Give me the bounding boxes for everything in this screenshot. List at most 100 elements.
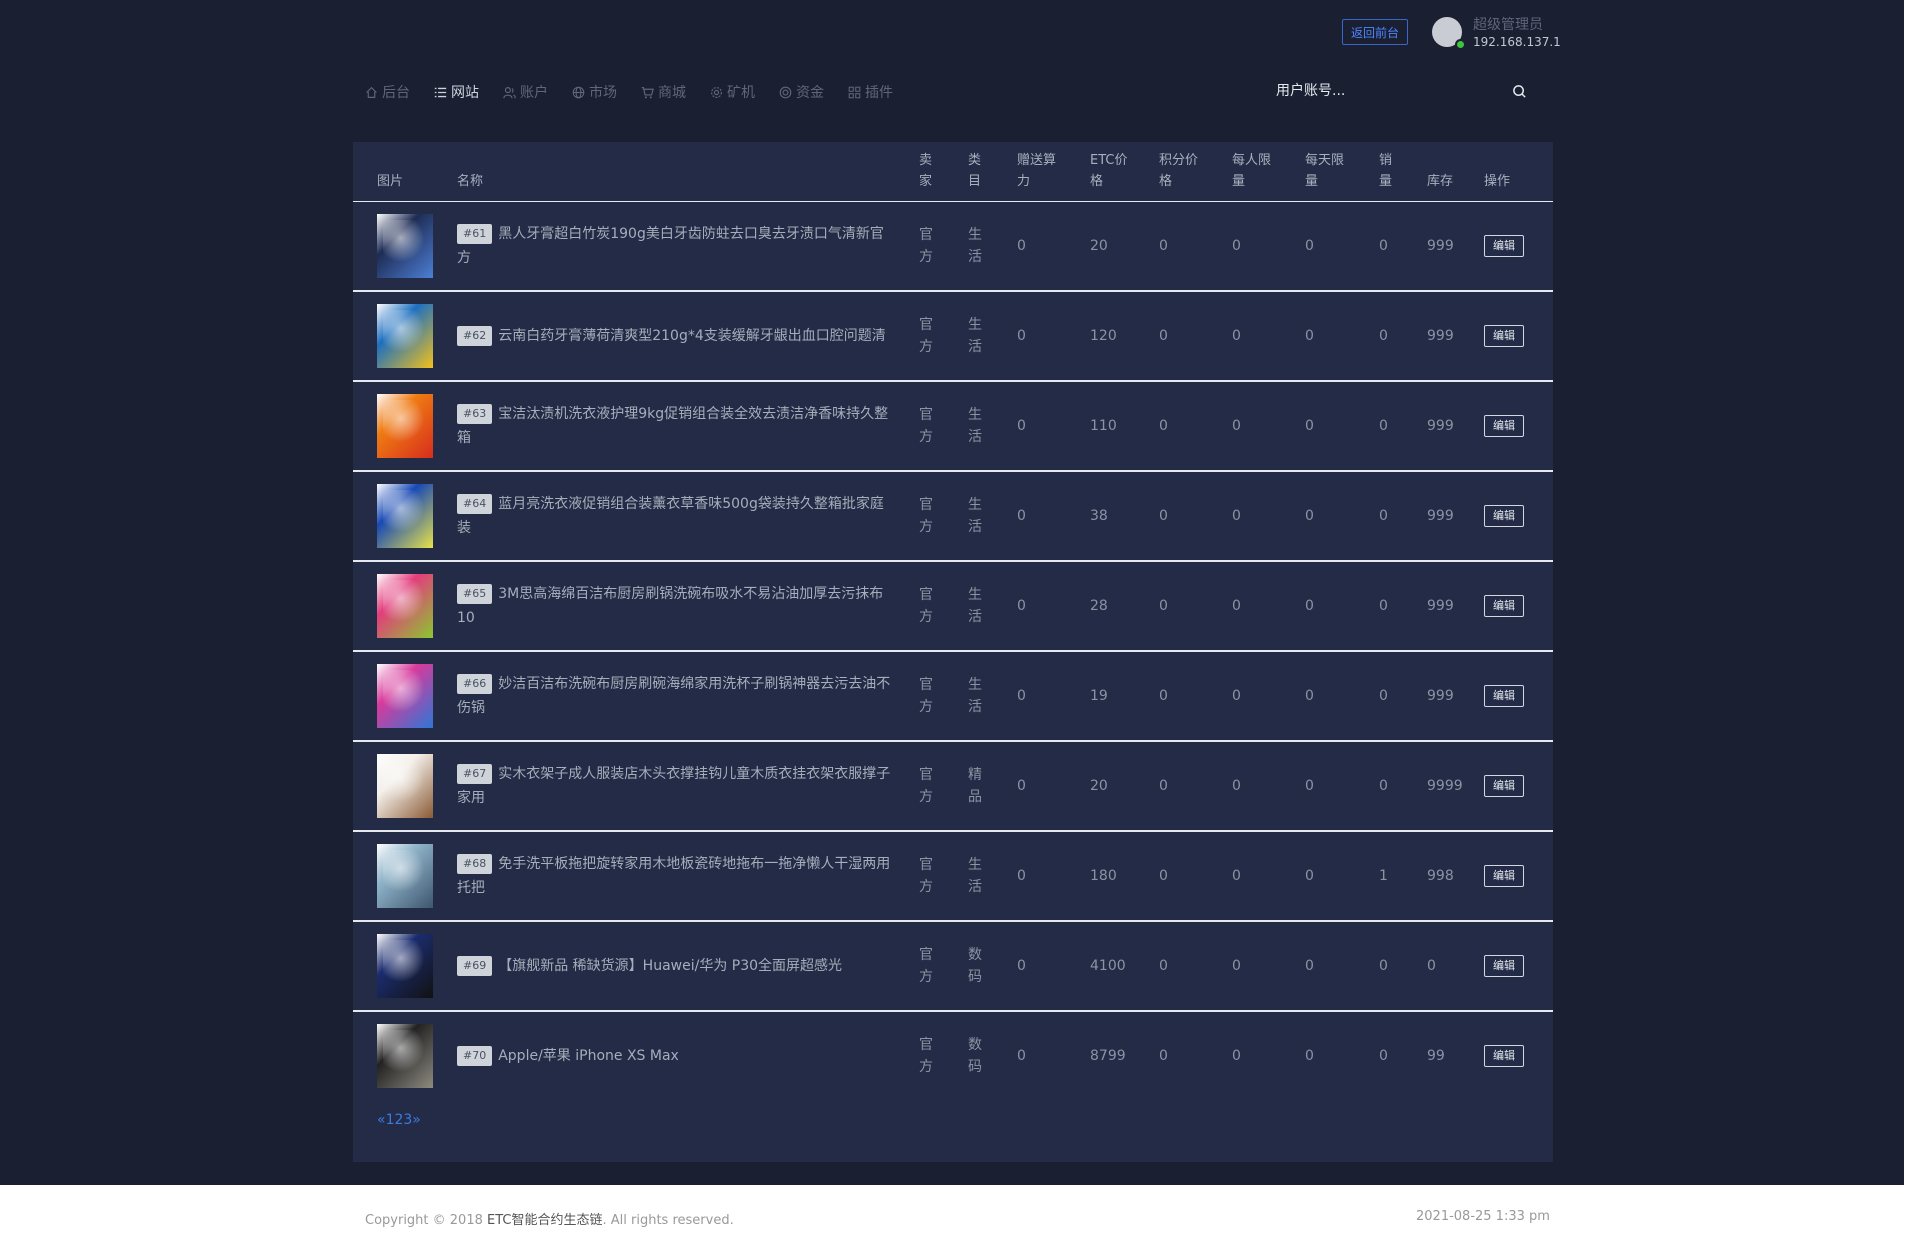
cell-name: #62 云南白药牙膏薄荷清爽型210g*4支装缓解牙龈出血口腔问题清	[457, 292, 897, 380]
product-thumbnail[interactable]	[377, 304, 433, 368]
header-seller: 卖家	[919, 153, 933, 189]
product-id-badge: #63	[457, 404, 493, 424]
product-thumbnail[interactable]	[377, 1024, 433, 1088]
cell-sales: 0	[1379, 652, 1388, 740]
cell-stock: 999	[1427, 202, 1454, 290]
nav-item-funds[interactable]: 资金	[779, 82, 824, 102]
product-thumbnail[interactable]	[377, 754, 433, 818]
product-name-text[interactable]: 实木衣架子成人服装店木头衣撑挂钩儿童木质衣挂衣架衣服撑子家用	[457, 766, 890, 806]
edit-button[interactable]: 编辑	[1484, 1045, 1524, 1067]
product-image-shape	[383, 670, 427, 722]
cell-category: 生活	[968, 382, 986, 470]
nav-label: 资金	[796, 85, 824, 101]
etc-price-value: 120	[1090, 328, 1117, 344]
search-input[interactable]	[1276, 78, 1526, 104]
brand-link[interactable]: ETC智能合约生态链	[487, 1213, 602, 1228]
cell-sales: 0	[1379, 382, 1388, 470]
goods-table: 图片 名称 卖家 类目 赠送算力 ETC价格 积分价格 每人限量 每天限量 销量…	[353, 142, 1553, 1100]
points-price-value: 0	[1159, 688, 1168, 704]
cell-sales: 0	[1379, 742, 1388, 830]
table-row: #67 实木衣架子成人服装店木头衣撑挂钩儿童木质衣挂衣架衣服撑子家用 官方 精品 0 20…	[353, 742, 1553, 832]
cell-pic	[377, 1012, 433, 1100]
table-row: #70 Apple/苹果 iPhone XS Max 官方 数码 0 8799 0 0 0 0 99…	[353, 1012, 1553, 1100]
cell-per-day-limit: 0	[1305, 472, 1314, 560]
edit-button[interactable]: 编辑	[1484, 775, 1524, 797]
cell-sales: 0	[1379, 1012, 1388, 1100]
table-row: #66 妙洁百洁布洗碗布厨房刷碗海绵家用洗杯子刷锅神器去污去油不伤锅 官方 生活 0 19…	[353, 652, 1553, 742]
category-value: 生活	[968, 497, 982, 535]
cell-points-price: 0	[1159, 292, 1168, 380]
cell-points-price: 0	[1159, 382, 1168, 470]
nav-label: 插件	[865, 85, 893, 101]
pagination[interactable]: «123»	[377, 1112, 421, 1128]
edit-button[interactable]: 编辑	[1484, 325, 1524, 347]
product-thumbnail[interactable]	[377, 664, 433, 728]
category-value: 生活	[968, 857, 982, 895]
product-name: #63 宝洁汰渍机洗衣液护理9kg促销组合装全效去渍洁净香味持久整箱	[457, 402, 897, 450]
nav-item-website[interactable]: 网站	[434, 82, 479, 102]
edit-button[interactable]: 编辑	[1484, 595, 1524, 617]
cell-etc-price: 20	[1090, 742, 1108, 830]
product-name-text[interactable]: 【旗舰新品 稀缺货源】Huawei/华为 P30全面屏超感光	[498, 958, 842, 974]
edit-button[interactable]: 编辑	[1484, 505, 1524, 527]
cell-per-user-limit: 0	[1232, 472, 1241, 560]
product-name-text[interactable]: 蓝月亮洗衣液促销组合装薰衣草香味500g袋装持久整箱批家庭装	[457, 496, 884, 536]
stock-value: 998	[1427, 868, 1454, 884]
product-thumbnail[interactable]	[377, 484, 433, 548]
nav-item-miner[interactable]: 矿机	[710, 82, 755, 102]
cell-etc-price: 20	[1090, 202, 1108, 290]
cell-category: 数码	[968, 922, 986, 1010]
edit-button[interactable]: 编辑	[1484, 865, 1524, 887]
cell-name: #66 妙洁百洁布洗碗布厨房刷碗海绵家用洗杯子刷锅神器去污去油不伤锅	[457, 652, 897, 740]
category-value: 生活	[968, 317, 982, 355]
product-thumbnail[interactable]	[377, 844, 433, 908]
sales-value: 0	[1379, 688, 1388, 704]
user-name[interactable]: 超级管理员	[1473, 14, 1543, 34]
product-name-text[interactable]: 妙洁百洁布洗碗布厨房刷碗海绵家用洗杯子刷锅神器去污去油不伤锅	[457, 676, 890, 716]
product-thumbnail[interactable]	[377, 394, 433, 458]
cell-category: 生活	[968, 652, 986, 740]
cell-sales: 0	[1379, 922, 1388, 1010]
cell-action: 编辑	[1484, 742, 1524, 830]
nav-label: 账户	[520, 85, 548, 101]
product-name-text[interactable]: 免手洗平板拖把旋转家用木地板瓷砖地拖布一拖净懒人干湿两用托把	[457, 856, 890, 896]
cell-points-price: 0	[1159, 202, 1168, 290]
nav-item-mall[interactable]: 商城	[641, 82, 686, 102]
edit-button[interactable]: 编辑	[1484, 955, 1524, 977]
gift-power-value: 0	[1017, 238, 1026, 254]
product-thumbnail[interactable]	[377, 214, 433, 278]
points-price-value: 0	[1159, 238, 1168, 254]
cell-action: 编辑	[1484, 382, 1524, 470]
product-thumbnail[interactable]	[377, 934, 433, 998]
product-name-text[interactable]: 宝洁汰渍机洗衣液护理9kg促销组合装全效去渍洁净香味持久整箱	[457, 406, 888, 446]
gift-power-value: 0	[1017, 508, 1026, 524]
product-name-text[interactable]: 3M思高海绵百洁布厨房刷锅洗碗布吸水不易沾油加厚去污抹布10	[457, 586, 883, 626]
nav-item-market[interactable]: 市场	[572, 82, 617, 102]
cell-pic	[377, 562, 433, 650]
header-name: 名称	[457, 174, 484, 189]
nav-item-plugins[interactable]: 插件	[848, 82, 893, 102]
product-name-text[interactable]: Apple/苹果 iPhone XS Max	[498, 1048, 679, 1064]
stock-value: 999	[1427, 598, 1454, 614]
cell-per-day-limit: 0	[1305, 202, 1314, 290]
back-to-frontend-button[interactable]: 返回前台	[1342, 19, 1408, 45]
nav-item-accounts[interactable]: 账户	[503, 82, 548, 102]
edit-button[interactable]: 编辑	[1484, 415, 1524, 437]
nav-item-backend[interactable]: 后台	[365, 82, 410, 102]
product-id-badge: #66	[457, 674, 493, 694]
product-name-text[interactable]: 黑人牙膏超白竹炭190g美白牙齿防蛀去口臭去牙渍口气清新官方	[457, 226, 884, 266]
per-day-limit-value: 0	[1305, 868, 1314, 884]
header-action: 操作	[1484, 174, 1511, 189]
edit-button[interactable]: 编辑	[1484, 235, 1524, 257]
header-sales: 销量	[1379, 153, 1393, 189]
cell-category: 生活	[968, 832, 986, 920]
search-icon[interactable]	[1512, 84, 1527, 99]
edit-button[interactable]: 编辑	[1484, 685, 1524, 707]
product-thumbnail[interactable]	[377, 574, 433, 638]
product-name-text[interactable]: 云南白药牙膏薄荷清爽型210g*4支装缓解牙龈出血口腔问题清	[498, 328, 886, 344]
per-user-limit-value: 0	[1232, 958, 1241, 974]
sales-value: 0	[1379, 958, 1388, 974]
cell-name: #68 免手洗平板拖把旋转家用木地板瓷砖地拖布一拖净懒人干湿两用托把	[457, 832, 897, 920]
scrollbar[interactable]	[1904, 0, 1922, 1248]
product-image-shape	[383, 580, 427, 632]
